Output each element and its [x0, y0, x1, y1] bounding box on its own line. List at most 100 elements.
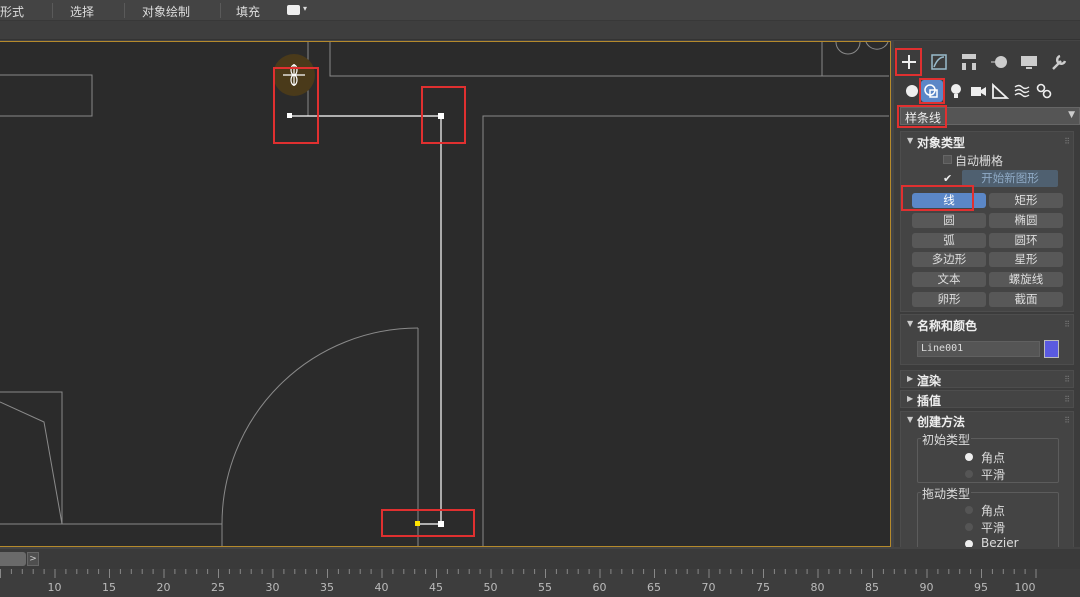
- initial-smooth-radio[interactable]: [965, 470, 973, 478]
- ruler-tick-label: 100: [1015, 581, 1036, 594]
- timeline-ruler[interactable]: 10 15 20 25 30 35 40 45 50 55 60 65 70 75 80 85 90 95 100: [0, 569, 1080, 597]
- drag-grip-icon[interactable]: ⠿: [1064, 320, 1070, 329]
- fill-dropdown[interactable]: ▾: [287, 4, 311, 17]
- rollout-header-name-color[interactable]: ▼ 名称和颜色 ⠿: [901, 316, 1075, 334]
- shape-button-donut[interactable]: 圆环: [989, 233, 1063, 248]
- ruler-tick-label: 55: [538, 581, 552, 594]
- wall-outline: [482, 115, 889, 546]
- rollout-header-rendering[interactable]: ▶ 渲染 ⠿: [901, 371, 1075, 389]
- shape-button-circle[interactable]: 圆: [912, 213, 986, 228]
- shape-button-text[interactable]: 文本: [912, 272, 986, 287]
- hierarchy-icon[interactable]: [958, 51, 980, 73]
- motion-icon[interactable]: [988, 51, 1010, 73]
- vertex-current[interactable]: [415, 521, 420, 526]
- toolbar-item-fill[interactable]: 填充: [236, 3, 260, 20]
- rollout-header-interpolation[interactable]: ▶ 插值 ⠿: [901, 391, 1075, 409]
- expand-arrow-icon: ▶: [907, 374, 914, 383]
- main-toolbar: 形式 选择 对象绘制 填充 ▾: [0, 0, 1080, 21]
- spacewarps-icon[interactable]: [1012, 81, 1032, 101]
- next-frame-button[interactable]: >: [27, 552, 39, 566]
- door-swing-arc: [221, 327, 419, 525]
- helpers-icon[interactable]: [990, 81, 1010, 101]
- rollout-header-creation-method[interactable]: ▼ 创建方法 ⠿: [901, 412, 1075, 430]
- shape-button-arc[interactable]: 弧: [912, 233, 986, 248]
- display-icon[interactable]: [1018, 51, 1040, 73]
- checkmark-icon[interactable]: ✔: [943, 172, 952, 185]
- drag-grip-icon[interactable]: ⠿: [1064, 375, 1070, 384]
- toolbar-item-form[interactable]: 形式: [0, 3, 24, 20]
- toolbar-item-select[interactable]: 选择: [70, 3, 94, 20]
- ruler-ticks: 10 15 20 25 30 35 40 45 50 55 60 65 70 75 80 85 90 95 100: [0, 569, 1037, 594]
- fixture-arc: [865, 42, 889, 50]
- command-panel: 样条线 ▼ ▼ 对象类型 ⠿ 自动栅格 ✔ 开始新图形 线 矩形 圆 椭圆 弧 …: [894, 41, 1080, 547]
- start-new-shape-button[interactable]: 开始新图形: [962, 170, 1058, 187]
- object-color-swatch[interactable]: [1044, 340, 1059, 358]
- drag-bezier-label: Bezier: [981, 536, 1019, 547]
- rollout-header-object-type[interactable]: ▼ 对象类型 ⠿: [901, 133, 1075, 151]
- shape-button-ngon[interactable]: 多边形: [912, 252, 986, 267]
- drag-corner-radio[interactable]: [965, 506, 973, 514]
- initial-type-label: 初始类型: [921, 431, 972, 448]
- ruler-tick-label: 20: [157, 581, 171, 594]
- ruler-tick-label: 30: [266, 581, 280, 594]
- dropdown-arrow-icon: ▾: [303, 4, 308, 13]
- expand-arrow-icon: ▶: [907, 394, 914, 403]
- highlight-box-shapes: [919, 78, 945, 104]
- shape-button-egg[interactable]: 卵形: [912, 292, 986, 307]
- shape-button-ellipse[interactable]: 椭圆: [989, 213, 1063, 228]
- shape-button-star[interactable]: 星形: [989, 252, 1063, 267]
- autogrid-checkbox[interactable]: [943, 155, 952, 164]
- drag-corner-label: 角点: [981, 504, 1006, 518]
- toolbar-separator: [124, 3, 125, 18]
- drag-grip-icon[interactable]: ⠿: [1064, 395, 1070, 404]
- vertex-start[interactable]: [287, 113, 292, 118]
- shape-button-section[interactable]: 截面: [989, 292, 1063, 307]
- systems-icon[interactable]: [1034, 81, 1054, 101]
- rollout-title: 渲染: [917, 374, 942, 388]
- initial-smooth-label: 平滑: [981, 468, 1006, 482]
- initial-corner-radio[interactable]: [965, 453, 973, 461]
- rollout-name-color: ▼ 名称和颜色 ⠿ Line001: [900, 314, 1074, 365]
- viewport-scene[interactable]: [0, 42, 891, 547]
- highlight-box-create-tab: [895, 48, 922, 76]
- rollout-creation-method: ▼ 创建方法 ⠿ 初始类型 角点 平滑 拖动类型 角点 平滑 Bezier: [900, 411, 1074, 547]
- utilities-icon[interactable]: [1048, 51, 1070, 73]
- ruler-tick-label: 15: [102, 581, 116, 594]
- ruler-tick-label: 70: [702, 581, 716, 594]
- time-slider-bar: >: [0, 549, 1080, 569]
- fixture-arc: [835, 42, 861, 55]
- shape-button-rectangle[interactable]: 矩形: [989, 193, 1063, 208]
- initial-corner-label: 角点: [981, 451, 1006, 465]
- ruler-tick-label: 65: [647, 581, 661, 594]
- rollout-rendering[interactable]: ▶ 渲染 ⠿: [900, 370, 1074, 388]
- rollout-title: 名称和颜色: [917, 319, 978, 333]
- viewport-top[interactable]: [0, 41, 891, 547]
- ruler-tick-label: 95: [974, 581, 988, 594]
- time-slider[interactable]: [0, 552, 26, 566]
- cameras-icon[interactable]: [968, 81, 988, 101]
- ruler-tick-label: 10: [48, 581, 62, 594]
- shape-button-helix[interactable]: 螺旋线: [989, 272, 1063, 287]
- ruler-tick-label: 25: [211, 581, 225, 594]
- rollout-interpolation[interactable]: ▶ 插值 ⠿: [900, 390, 1074, 408]
- ruler-tick-label: 45: [429, 581, 443, 594]
- rollout-title: 创建方法: [917, 415, 966, 429]
- drag-grip-icon[interactable]: ⠿: [1064, 416, 1070, 425]
- object-name-input[interactable]: Line001: [917, 341, 1040, 357]
- ruler-tick-label: 60: [593, 581, 607, 594]
- ruler-tick-label: 90: [920, 581, 934, 594]
- rollout-object-type: ▼ 对象类型 ⠿ 自动栅格 ✔ 开始新图形 线 矩形 圆 椭圆 弧 圆环 多边形…: [900, 131, 1074, 312]
- drag-smooth-radio[interactable]: [965, 523, 973, 531]
- drag-bezier-radio[interactable]: [965, 540, 973, 547]
- vertex-corner-2[interactable]: [438, 521, 444, 527]
- toolbar-item-object-paint[interactable]: 对象绘制: [142, 3, 190, 20]
- highlight-box-dropdown: [897, 105, 947, 128]
- ribbon-strip: [0, 21, 1080, 40]
- vertex-corner-1[interactable]: [438, 113, 444, 119]
- rollout-title: 插值: [917, 394, 942, 408]
- drag-grip-icon[interactable]: ⠿: [1064, 137, 1070, 146]
- fill-swatch-icon: [287, 5, 300, 15]
- autogrid-label: 自动栅格: [955, 154, 1004, 168]
- lights-icon[interactable]: [946, 81, 966, 101]
- modify-icon[interactable]: [928, 51, 950, 73]
